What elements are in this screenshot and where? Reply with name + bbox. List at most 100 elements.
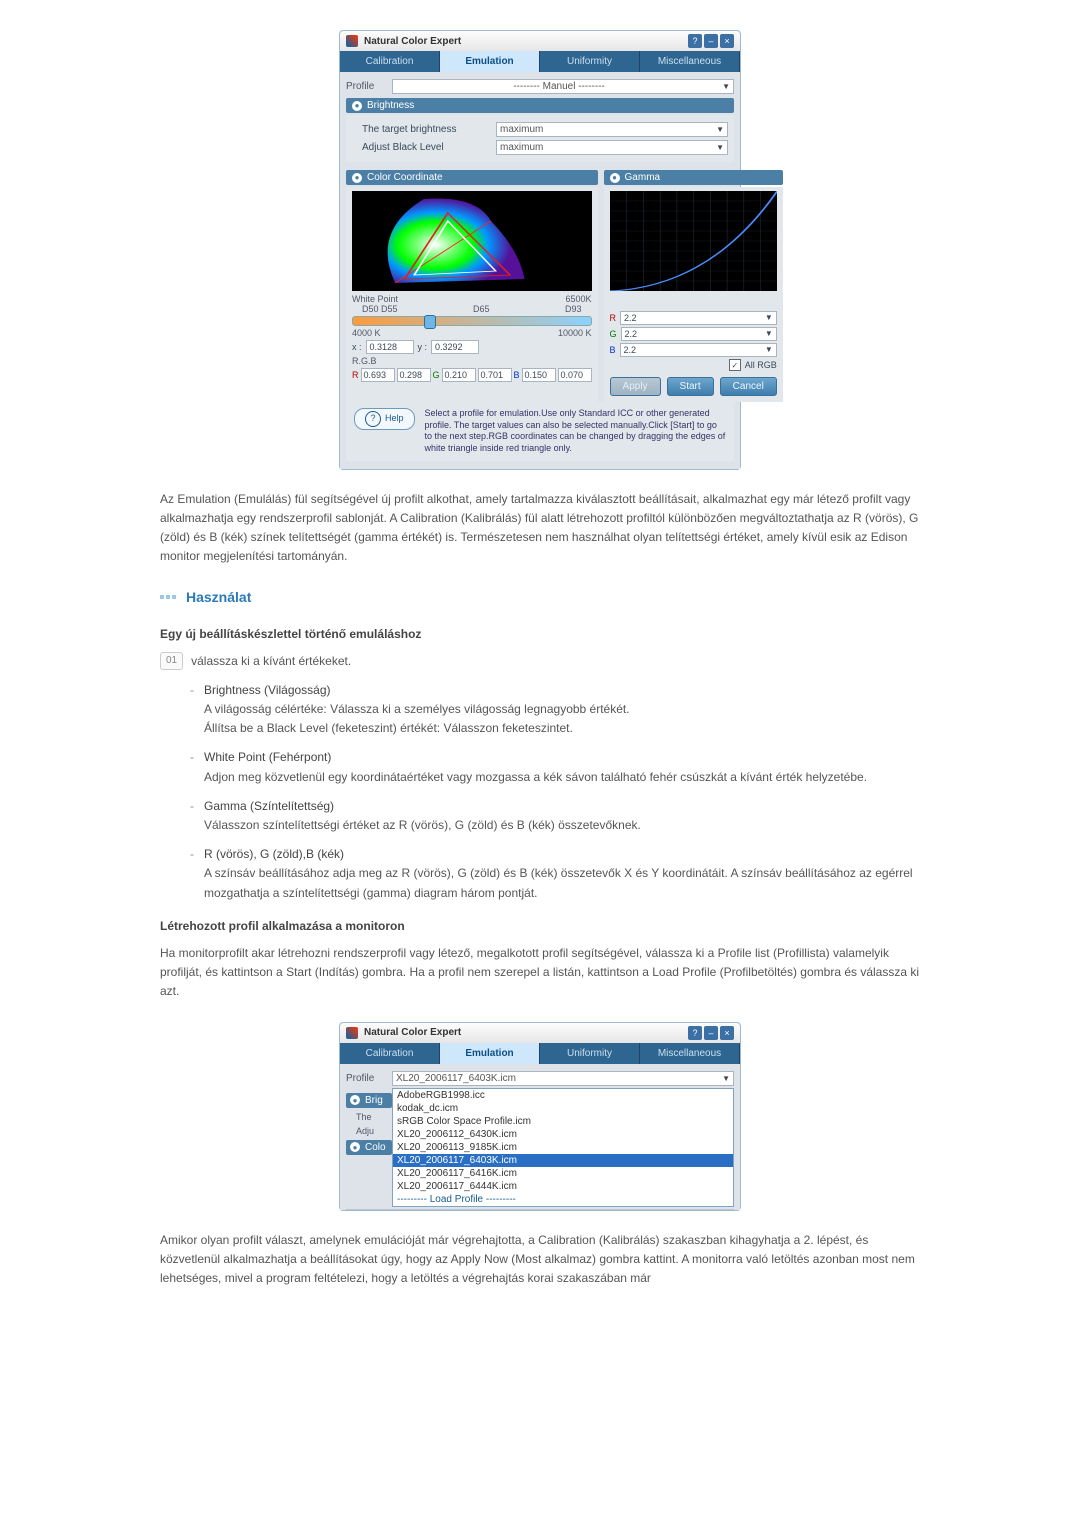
list-item: Brightness (Világosság) A világosság cél… — [190, 681, 920, 739]
item-title: White Point (Fehérpont) — [204, 750, 331, 764]
tab-miscellaneous[interactable]: Miscellaneous — [640, 51, 740, 72]
subheading-new-emulation: Egy új beállításkészlettel történő emulá… — [160, 625, 920, 644]
app-logo-icon — [346, 1027, 358, 1039]
app-title: Natural Color Expert — [364, 36, 461, 47]
x-label: x : — [352, 342, 362, 352]
profile-label: Profile — [346, 1073, 388, 1084]
profile-select[interactable]: -------- Manuel -------- ▼ — [392, 79, 734, 94]
g-y-input[interactable]: 0.701 — [478, 368, 512, 382]
tab-emulation[interactable]: Emulation — [440, 1043, 540, 1064]
tab-calibration[interactable]: Calibration — [340, 1043, 440, 1064]
profile-option-selected[interactable]: XL20_2006117_6403K.icm — [393, 1154, 733, 1167]
g-x-input[interactable]: 0.210 — [442, 368, 476, 382]
rgb-label: R.G.B — [352, 356, 592, 366]
adjust-black-label: Adjust Black Level — [362, 142, 492, 153]
section-gamma: ● Gamma — [604, 170, 783, 185]
y-input[interactable]: 0.3292 — [431, 340, 479, 354]
b-y-input[interactable]: 0.070 — [558, 368, 592, 382]
slider-min: 4000 K — [352, 328, 381, 338]
section-brightness-label: Brightness — [367, 100, 414, 111]
item-text: A színsáv beállításához adja meg az R (v… — [204, 866, 913, 899]
intro-paragraph: Az Emulation (Emulálás) fül segítségével… — [160, 490, 920, 567]
profile-option[interactable]: kodak_dc.icm — [393, 1102, 733, 1115]
white-point-label: White Point — [352, 294, 398, 304]
r-x-input[interactable]: 0.693 — [361, 368, 395, 382]
cancel-button[interactable]: Cancel — [720, 377, 777, 396]
tab-miscellaneous[interactable]: Miscellaneous — [640, 1043, 740, 1064]
section-label-trunc: Brig — [365, 1095, 383, 1106]
section-colorcoord-label: Color Coordinate — [367, 172, 443, 183]
truncated-label: The — [346, 1112, 392, 1122]
profile-option[interactable]: XL20_2006112_6430K.icm — [393, 1128, 733, 1141]
help-text: Select a profile for emulation.Use only … — [425, 408, 726, 455]
r-y-input[interactable]: 0.298 — [397, 368, 431, 382]
item-title: Brightness (Világosság) — [204, 683, 331, 697]
tab-emulation[interactable]: Emulation — [440, 51, 540, 72]
help-button[interactable]: ? — [688, 34, 702, 48]
section-gamma-label: Gamma — [625, 172, 661, 183]
profile-option[interactable]: AdobeRGB1998.icc — [393, 1089, 733, 1102]
help-pill[interactable]: ? Help — [354, 408, 415, 430]
close-button[interactable]: × — [720, 34, 734, 48]
b-x-input[interactable]: 0.150 — [522, 368, 556, 382]
target-brightness-select[interactable]: maximum ▼ — [496, 122, 728, 137]
profile-dropdown-list[interactable]: AdobeRGB1998.icc kodak_dc.icm sRGB Color… — [392, 1088, 734, 1207]
help-label: Help — [385, 413, 404, 425]
all-rgb-label: All RGB — [745, 360, 777, 370]
tab-uniformity[interactable]: Uniformity — [540, 1043, 640, 1064]
slider-max: 10000 K — [558, 328, 592, 338]
adjust-black-value: maximum — [500, 142, 543, 153]
gamma-r-label: R — [610, 313, 617, 323]
list-item: R (vörös), G (zöld),B (kék) A színsáv be… — [190, 845, 920, 903]
chevron-down-icon: ▼ — [716, 125, 724, 134]
adjust-black-select[interactable]: maximum ▼ — [496, 140, 728, 155]
gamma-r-select[interactable]: 2.2▼ — [620, 311, 777, 325]
help-button[interactable]: ? — [688, 1026, 702, 1040]
profile-option-load[interactable]: --------- Load Profile --------- — [393, 1193, 733, 1206]
minimize-button[interactable]: – — [704, 1026, 718, 1040]
list-item: White Point (Fehérpont) Adjon meg közvet… — [190, 748, 920, 786]
cie-chromaticity-plot[interactable] — [352, 191, 592, 291]
x-input[interactable]: 0.3128 — [366, 340, 414, 354]
all-rgb-checkbox[interactable]: ✓ — [729, 359, 741, 371]
section-heading-usage: Használat — [160, 589, 920, 605]
profile-option[interactable]: XL20_2006117_6416K.icm — [393, 1167, 733, 1180]
radio-icon[interactable]: ● — [352, 101, 362, 111]
slider-thumb[interactable] — [424, 315, 436, 329]
titlebar: Natural Color Expert ? – × — [340, 31, 740, 51]
section-title: Használat — [186, 589, 251, 605]
item-text: Állítsa be a Black Level (feketeszint) é… — [204, 721, 573, 735]
profile-select-open[interactable]: XL20_2006117_6403K.icm ▼ — [392, 1071, 734, 1086]
tab-calibration[interactable]: Calibration — [340, 51, 440, 72]
list-item: Gamma (Színtelítettség) Válasszon színte… — [190, 797, 920, 835]
g-label: G — [433, 370, 440, 380]
gamma-g-select[interactable]: 2.2▼ — [621, 327, 777, 341]
profile-value: -------- Manuel -------- — [396, 81, 722, 92]
radio-icon: ● — [350, 1142, 360, 1152]
section-brightness: ● Brightness — [346, 98, 734, 113]
truncated-label: Adju — [346, 1126, 392, 1136]
minimize-button[interactable]: – — [704, 34, 718, 48]
profile-option[interactable]: sRGB Color Space Profile.icm — [393, 1115, 733, 1128]
paragraph: Ha monitorprofilt akar létrehozni rendsz… — [160, 944, 920, 1002]
white-point-slider[interactable] — [352, 316, 592, 326]
heading-bars-icon — [160, 595, 176, 599]
profile-option[interactable]: XL20_2006113_9185K.icm — [393, 1141, 733, 1154]
radio-icon[interactable]: ● — [352, 173, 362, 183]
radio-icon[interactable]: ● — [610, 173, 620, 183]
tab-uniformity[interactable]: Uniformity — [540, 51, 640, 72]
apply-button[interactable]: Apply — [610, 377, 661, 396]
gamma-b-select[interactable]: 2.2▼ — [620, 343, 777, 357]
profile-value: XL20_2006117_6403K.icm — [396, 1073, 722, 1084]
start-button[interactable]: Start — [667, 377, 714, 396]
profile-option[interactable]: XL20_2006117_6444K.icm — [393, 1180, 733, 1193]
radio-icon: ● — [350, 1095, 360, 1105]
chevron-down-icon: ▼ — [722, 1074, 730, 1083]
item-title: Gamma (Színtelítettség) — [204, 799, 334, 813]
subheading-apply-profile: Létrehozott profil alkalmazása a monitor… — [160, 917, 920, 936]
close-button[interactable]: × — [720, 1026, 734, 1040]
item-text: Adjon meg közvetlenül egy koordinátaérté… — [204, 770, 867, 784]
target-brightness-value: maximum — [500, 124, 543, 135]
app-title: Natural Color Expert — [364, 1027, 461, 1038]
gamma-plot[interactable] — [610, 191, 777, 291]
